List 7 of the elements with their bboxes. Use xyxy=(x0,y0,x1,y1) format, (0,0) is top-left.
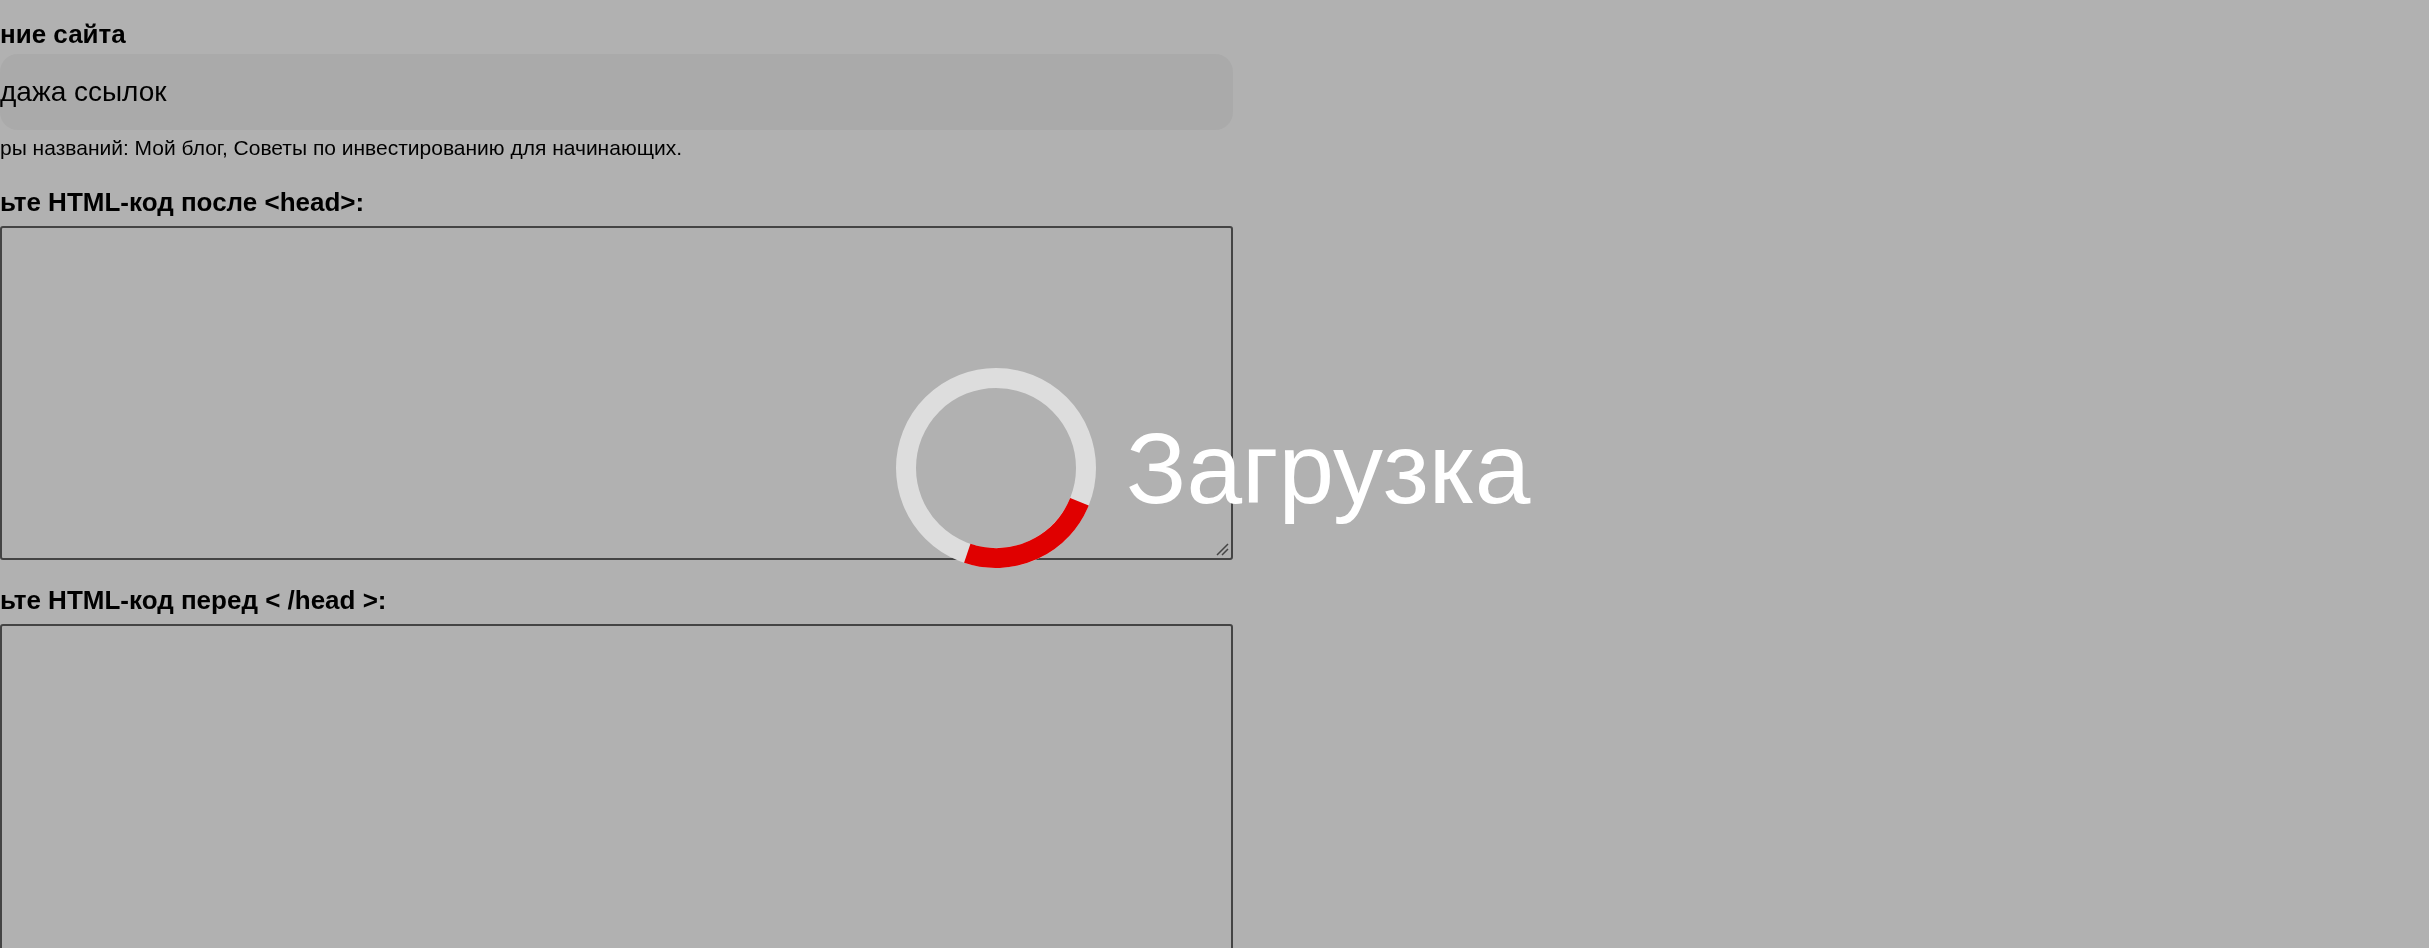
resize-handle-icon[interactable] xyxy=(1215,542,1229,556)
field-label: ние сайта xyxy=(0,18,127,51)
input-field[interactable]: дажа ссылок xyxy=(0,54,1233,130)
loading-spinner-icon xyxy=(896,368,1096,568)
field-label: ьте HTML-код после <head>: xyxy=(0,186,366,219)
field-label: ьте HTML-код перед < /head >: xyxy=(0,584,388,617)
hint-text: ры названий: Мой блог, Советы по инвестированию для начинающих. xyxy=(0,135,683,161)
